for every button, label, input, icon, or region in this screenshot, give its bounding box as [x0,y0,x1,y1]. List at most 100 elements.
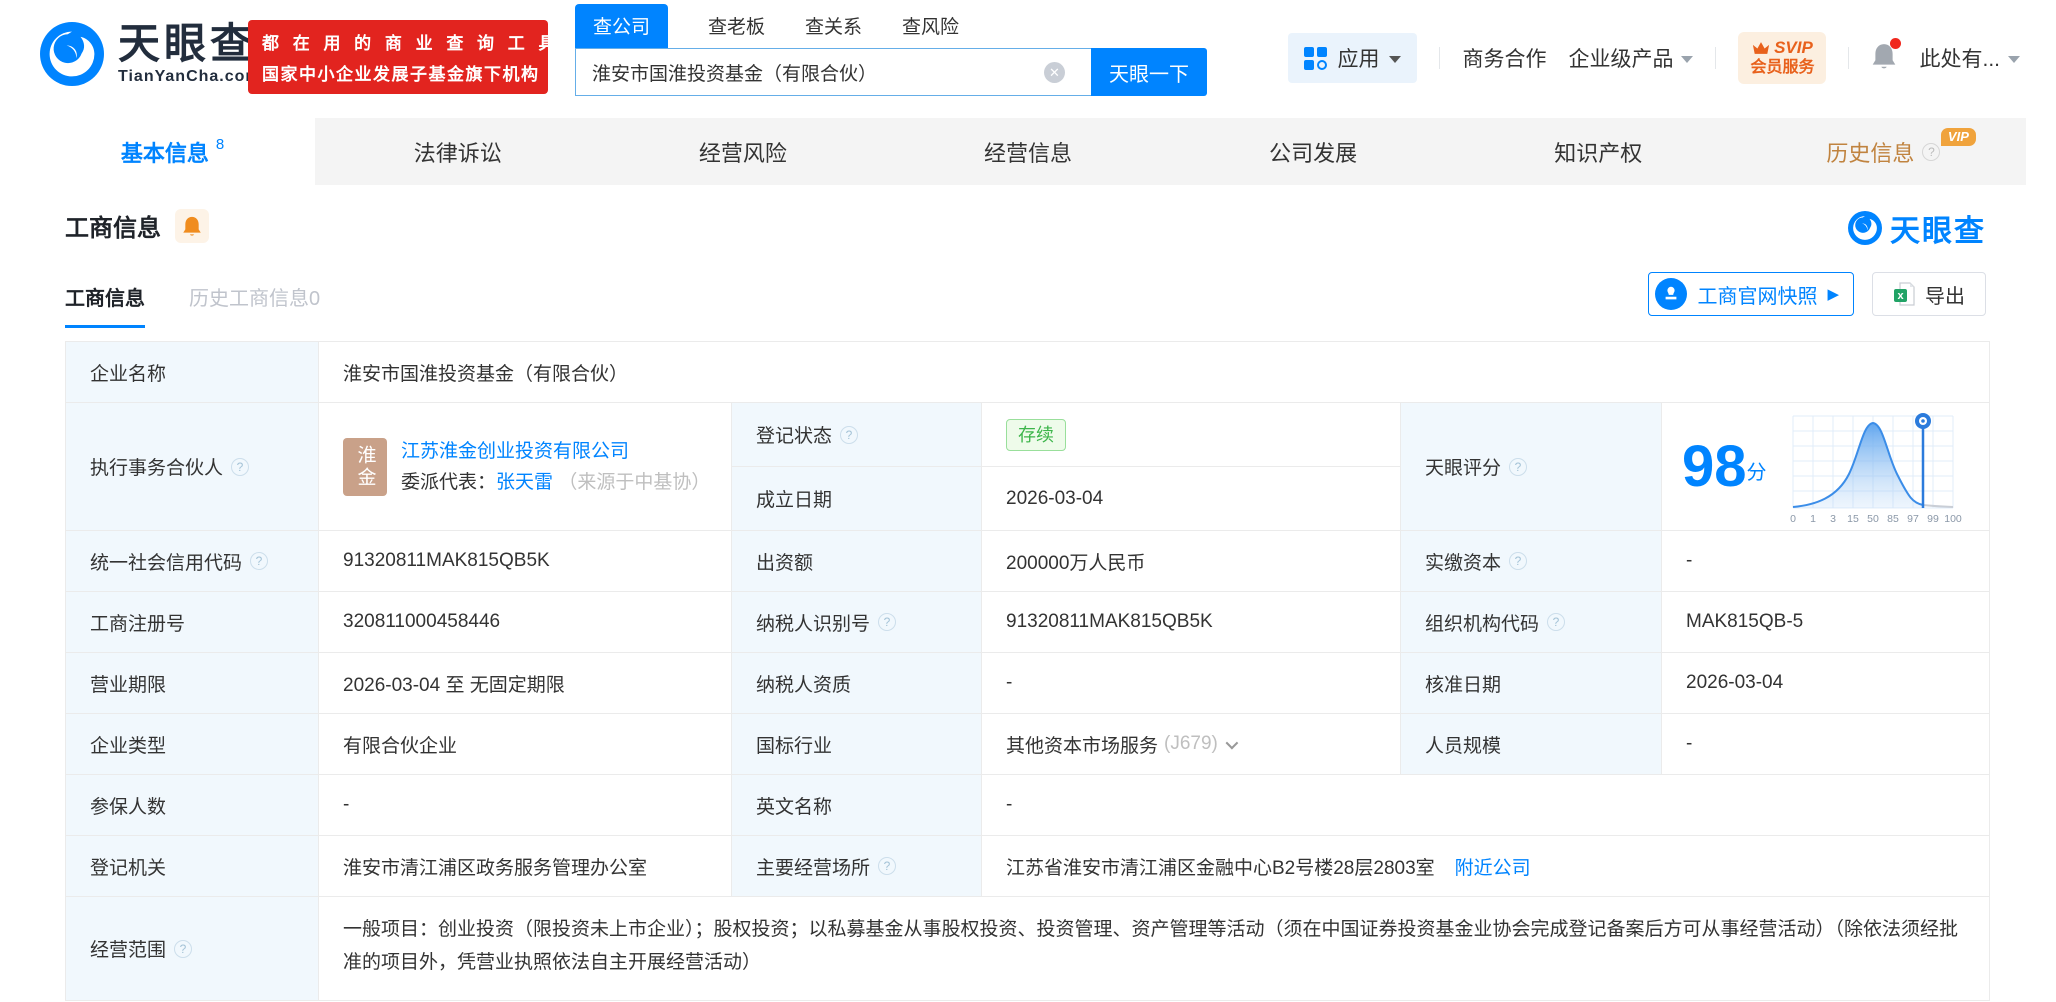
table-row-registry: 登记机关 淮安市清江浦区政务服务管理办公室 主要经营场所? 江苏省淮安市清江浦区… [66,836,1989,897]
export-button[interactable]: x 导出 [1872,272,1986,316]
credit-code-value: 91320811MAK815QB5K [319,531,732,591]
tab-operation-info[interactable]: 经营信息 [885,118,1170,185]
help-icon[interactable]: ? [250,552,269,570]
capital-label: 出资额 [732,531,982,591]
partner-company-link[interactable]: 江苏淮金创业投资有限公司 [401,441,629,462]
company-name-label: 企业名称 [66,342,319,402]
score-distribution-chart[interactable]: 0 1 3 15 50 85 97 99 100 [1783,408,1965,526]
table-row-business-scope: 经营范围? 一般项目：创业投资（限投资未上市企业）；股权投资；以私募基金从事股权… [66,897,1989,1001]
search-button[interactable]: 天眼一下 [1091,48,1207,96]
business-scope-value: 一般项目：创业投资（限投资未上市企业）；股权投资；以私募基金从事股权投资、投资管… [343,919,1959,973]
registry-label: 登记机关 [66,836,319,896]
help-icon[interactable]: ? [878,613,897,631]
business-term-label: 营业期限 [66,653,319,713]
help-icon[interactable]: ? [878,857,897,875]
representative-link[interactable]: 张天雷 [496,472,553,493]
chevron-down-icon [2008,55,2020,63]
chevron-down-icon[interactable] [1225,736,1239,749]
capital-value: 200000万人民币 [982,531,1401,591]
site-logo[interactable]: 天眼查 TianYanCha.com [40,22,261,86]
monitor-bell-button[interactable] [175,208,209,243]
english-name-value: - [1006,794,1013,815]
official-snapshot-button[interactable]: 工商官网快照 ▶ [1648,272,1854,316]
org-code-value: MAK815QB-5 [1686,611,1804,632]
company-type-label: 企业类型 [66,714,319,774]
taxpayer-id-label: 纳税人识别号? [732,592,982,652]
help-icon[interactable]: ? [1547,613,1566,631]
insured-count-value: - [319,775,732,835]
promo-banner[interactable]: 都 在 用 的 商 业 查 询 工 具 国家中小企业发展子基金旗下机构 [248,20,561,94]
subtab-business-info[interactable]: 工商信息 [65,282,145,328]
svg-text:x: x [1897,290,1904,302]
clear-search-icon[interactable]: ✕ [1044,62,1065,83]
table-row-company-name: 企业名称 淮安市国淮投资基金（有限合伙） [66,342,1989,403]
svg-text:85: 85 [1887,513,1899,525]
svg-text:15: 15 [1847,513,1859,525]
notifications-bell-icon[interactable] [1871,37,1902,75]
reg-number-value: 320811000458446 [319,592,732,652]
apps-menu-button[interactable]: 应用 [1288,33,1418,83]
help-icon[interactable]: ? [1922,142,1941,161]
help-icon[interactable]: ? [174,939,193,958]
score-value: 98 分 0 1 3 15 50 85 97 99 100 [1662,403,1991,530]
establish-date-label: 成立日期 [732,467,982,530]
reg-status-label: 登记状态? [732,403,982,467]
nearby-companies-link[interactable]: 附近公司 [1455,853,1531,880]
company-nav-tabs: 基本信息 8 法律诉讼 经营风险 经营信息 公司发展 知识产权 VIP 历史信息… [30,118,2026,185]
help-icon[interactable]: ? [1509,552,1528,570]
taxpayer-quality-label: 纳税人资质 [732,653,982,713]
paid-capital-value: - [1686,550,1693,571]
company-name-value: 淮安市国淮投资基金（有限合伙） [343,363,629,385]
table-row-reg-number: 工商注册号 320811000458446 纳税人识别号? 91320811MA… [66,592,1989,653]
tab-legal-litigation[interactable]: 法律诉讼 [315,118,600,185]
help-icon[interactable]: ? [231,457,250,476]
search-tab-boss[interactable]: 查老板 [708,12,765,48]
svip-member-button[interactable]: SVIP 会员服务 [1738,32,1827,84]
menu-enterprise-products[interactable]: 企业级产品 [1568,43,1694,73]
subtab-history-business-info[interactable]: 历史工商信息0 [189,282,320,328]
tianyancha-company-page: 天眼查 TianYanCha.com 都 在 用 的 商 业 查 询 工 具 国… [0,0,2056,1002]
banner-line2: 国家中小企业发展子基金旗下机构 [262,65,540,84]
table-row-company-type: 企业类型 有限合伙企业 国标行业 其他资本市场服务 (J679) 人员规模 - [66,714,1989,775]
excel-icon: x [1894,282,1915,306]
apps-grid-icon [1304,46,1328,70]
svg-text:0: 0 [1790,513,1796,525]
svg-text:3: 3 [1830,513,1836,525]
business-scope-label: 经营范围? [66,897,319,1000]
status-badge: 存续 [1006,418,1066,451]
user-account-menu[interactable]: 此处有... [1919,43,2020,73]
address-label: 主要经营场所? [732,836,982,896]
help-icon[interactable]: ? [1509,457,1528,476]
logo-brand-text: 天眼查 [118,20,257,67]
partner-label: 执行事务合伙人? [66,403,319,530]
basic-info-count-badge: 8 [215,136,225,153]
header-menu: 应用 商务合作 企业级产品 SVIP 会员服务 此处有... [1288,32,2020,84]
stamp-icon [1655,278,1688,310]
svg-text:99: 99 [1927,513,1939,525]
reg-number-label: 工商注册号 [66,592,319,652]
logo-domain-text: TianYanCha.com [118,68,261,85]
search-tab-company[interactable]: 查公司 [575,4,669,48]
industry-label: 国标行业 [732,714,982,774]
tianyancha-logo-icon [40,22,104,86]
search-tab-relation[interactable]: 查关系 [805,12,862,48]
partner-value: 淮金 江苏淮金创业投资有限公司 委派代表：张天雷 （来源于中基协） [319,403,732,530]
tab-operation-risk[interactable]: 经营风险 [600,118,885,185]
taxpayer-quality-value: - [982,653,1401,713]
search-tabs: 查公司 查老板 查关系 查风险 [575,4,1207,48]
arrow-right-icon: ▶ [1827,286,1839,303]
tab-basic-info[interactable]: 基本信息 8 [30,118,316,185]
score-label: 天眼评分? [1401,403,1662,530]
search-tab-risk[interactable]: 查风险 [902,12,959,48]
partner-avatar[interactable]: 淮金 [343,437,387,496]
site-header: 天眼查 TianYanCha.com 都 在 用 的 商 业 查 询 工 具 国… [0,0,2056,118]
menu-business-cooperation[interactable]: 商务合作 [1462,43,1546,73]
help-icon[interactable]: ? [840,425,859,444]
tab-intellectual-property[interactable]: 知识产权 [1456,118,1741,185]
search-input[interactable] [575,48,1091,96]
section-title: 工商信息 [65,215,161,242]
tab-company-development[interactable]: 公司发展 [1171,118,1456,185]
banner-line1: 都 在 用 的 商 业 查 询 工 具 [262,34,561,53]
tab-history-info[interactable]: VIP 历史信息 ? [1741,118,2026,185]
svg-text:1: 1 [1810,513,1816,525]
